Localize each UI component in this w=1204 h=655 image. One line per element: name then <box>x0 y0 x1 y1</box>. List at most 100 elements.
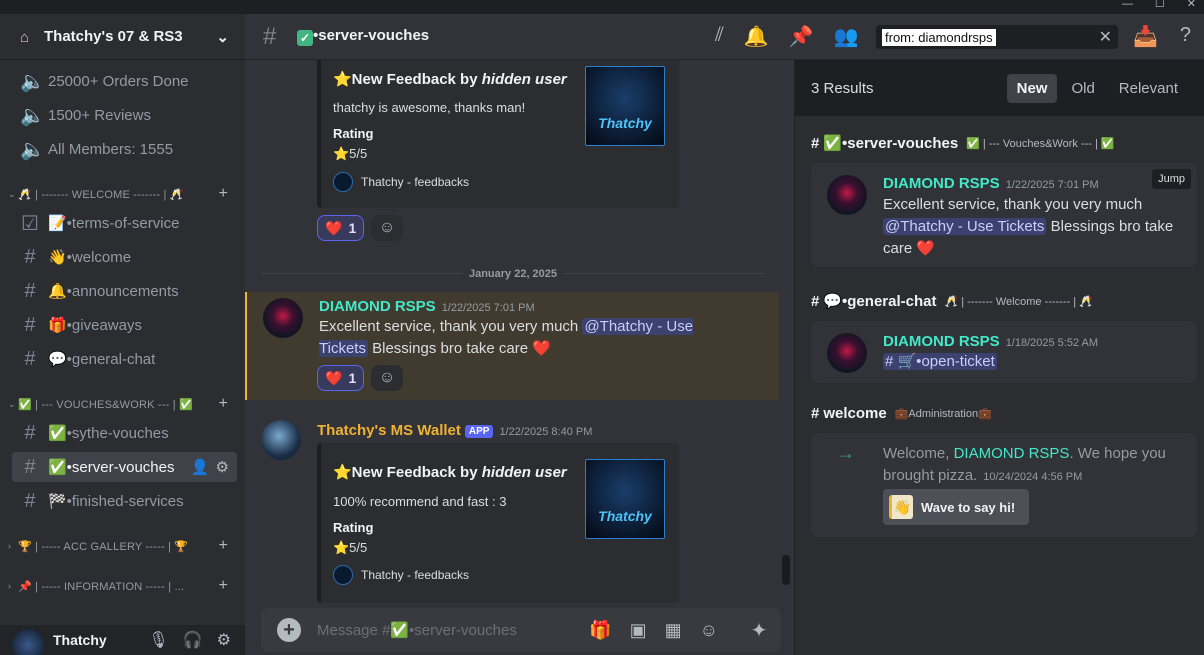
message-composer[interactable]: + Message #✅•server-vouches 🎁 ▣ ▦ ☺ <box>261 608 778 652</box>
embed-thumbnail[interactable]: Thatchy <box>585 66 665 146</box>
bell-icon[interactable]: 🔔 <box>744 24 769 49</box>
wave-button[interactable]: 👋 Wave to say hi! <box>883 489 1030 525</box>
headphones-icon[interactable]: 🎧 <box>183 630 203 650</box>
author-name[interactable]: DIAMOND RSPS <box>883 333 1000 350</box>
search-result[interactable]: → Welcome, DIAMOND RSPS. We hope you bro… <box>811 433 1197 537</box>
minimize-button[interactable]: — <box>1122 0 1133 12</box>
system-message: Welcome, DIAMOND RSPS. We hope you broug… <box>883 445 1166 484</box>
channel-mention[interactable]: # 🛒•open-ticket <box>883 353 997 370</box>
window-controls: — ☐ ✕ <box>1122 0 1204 12</box>
gift-icon[interactable]: 🎁 <box>589 620 611 641</box>
avatar[interactable] <box>261 420 301 460</box>
channel-sidebar: ⌂ Thatchy's 07 & RS3 ⌄ 🔈 25000+ Orders Do… <box>0 14 245 655</box>
channel-announcements[interactable]: # 🔔•announcements <box>12 276 237 306</box>
add-channel-icon[interactable]: + <box>218 577 228 595</box>
add-channel-icon[interactable]: + <box>218 395 228 413</box>
channel-header: # ✓ •server-vouches ⫽ 🔔 📌 👥 from: diamond… <box>245 14 1204 60</box>
server-header[interactable]: ⌂ Thatchy's 07 & RS3 ⌄ <box>0 14 245 60</box>
threads-icon[interactable]: ⫽ <box>715 24 724 49</box>
speaker-icon: 🔈 <box>20 70 45 93</box>
hash-icon: # <box>24 245 36 268</box>
embed-thumbnail[interactable]: Thatchy <box>585 459 665 539</box>
pin-icon[interactable]: 📌 <box>789 24 814 49</box>
apps-icon[interactable]: ✦ <box>737 608 781 652</box>
author-name[interactable]: DIAMOND RSPS <box>319 298 436 315</box>
scrollbar[interactable] <box>782 555 790 585</box>
channel-server-vouches[interactable]: # ✅•server-vouches 👤 ⚙ <box>12 452 237 482</box>
wave-sticker-icon: 👋 <box>889 495 913 519</box>
hash-icon: # <box>811 134 820 152</box>
avatar[interactable] <box>12 629 44 655</box>
gear-icon[interactable]: ⚙ <box>217 630 231 650</box>
author-name[interactable]: DIAMOND RSPS <box>954 445 1070 462</box>
join-arrow-icon: → <box>837 443 855 463</box>
channel-title: ✓ •server-vouches <box>297 27 429 46</box>
search-input[interactable]: from: diamondrsps ✕ <box>876 25 1118 49</box>
search-result[interactable]: DIAMOND RSPS 1/18/2025 5:52 AM # 🛒•open-t… <box>811 321 1197 383</box>
user-panel: Thatchy 🎙 🎧 ⚙ <box>0 625 245 655</box>
message-input[interactable]: Message #✅•server-vouches <box>317 621 517 639</box>
date-divider: January 22, 2025 <box>261 268 765 280</box>
channel-finished-services[interactable]: # 🏁•finished-services <box>12 486 237 516</box>
results-count: 3 Results <box>811 79 874 97</box>
channel-general[interactable]: # 💬•general-chat <box>12 344 237 374</box>
hash-icon: # <box>263 22 277 50</box>
add-channel-icon[interactable]: + <box>218 537 228 555</box>
sort-relevant-button[interactable]: Relevant <box>1109 74 1188 103</box>
reaction-heart[interactable]: ❤️ 1 <box>317 365 365 391</box>
clear-search-icon[interactable]: ✕ <box>1099 27 1112 47</box>
hash-icon: # <box>811 292 820 310</box>
close-button[interactable]: ✕ <box>1187 0 1196 12</box>
timestamp: 1/18/2025 5:52 AM <box>1005 337 1099 349</box>
category-gallery[interactable]: › 🏆 | ----- ACC GALLERY ----- | 🏆 + <box>8 536 238 556</box>
avatar[interactable] <box>827 333 867 373</box>
timestamp: 1/22/2025 7:01 PM <box>1005 179 1099 191</box>
channel-terms[interactable]: ☑ 📝•terms-of-service <box>12 208 237 238</box>
result-channel[interactable]: # ✅•server-vouches ✅ | --- Vouches&Work --… <box>811 134 1115 153</box>
invite-icon[interactable]: 👤 <box>191 458 210 476</box>
inbox-icon[interactable]: 📥 <box>1133 24 1158 49</box>
gif-icon[interactable]: ▣ <box>630 620 647 641</box>
category-information[interactable]: › 📌 | ----- INFORMATION ----- | ... + <box>8 576 238 596</box>
gear-icon[interactable]: ⚙ <box>216 458 229 476</box>
reaction-heart[interactable]: ❤️ 1 <box>317 215 365 241</box>
author-name[interactable]: Thatchy's MS Wallet <box>317 422 461 439</box>
category-welcome[interactable]: ⌄ 🥂 | ------- WELCOME ------- | 🥂 + <box>8 184 238 204</box>
mention[interactable]: @Thatchy - Use Tickets <box>883 218 1047 235</box>
members-icon[interactable]: 👥 <box>834 24 859 49</box>
add-reaction-icon[interactable]: ☺ <box>371 215 403 241</box>
sticker-icon[interactable]: ▦ <box>665 620 682 641</box>
search-result[interactable]: DIAMOND RSPS 1/22/2025 7:01 PM Excellent … <box>811 163 1197 267</box>
sort-new-button[interactable]: New <box>1006 73 1058 103</box>
maximize-button[interactable]: ☐ <box>1155 0 1165 12</box>
result-channel[interactable]: # 💬•general-chat 🥂 | ------- Welcome -----… <box>811 292 1093 311</box>
jump-button[interactable]: Jump <box>1152 169 1191 189</box>
hash-icon: # <box>24 421 36 444</box>
channel-giveaways[interactable]: # 🎁•giveaways <box>12 310 237 340</box>
emoji-icon[interactable]: ☺ <box>700 620 718 641</box>
category-vouches[interactable]: ⌄ ✅ | --- VOUCHES&WORK --- | ✅ + <box>8 394 238 414</box>
add-reaction-icon[interactable]: ☺ <box>371 365 403 391</box>
help-icon[interactable]: ? <box>1180 24 1191 49</box>
stat-orders[interactable]: 🔈 25000+ Orders Done <box>12 66 237 96</box>
username[interactable]: Thatchy <box>53 632 107 648</box>
author-name[interactable]: DIAMOND RSPS <box>883 175 1000 192</box>
channel-welcome[interactable]: # 👋•welcome <box>12 242 237 272</box>
channel-sythe-vouches[interactable]: # ✅•sythe-vouches <box>12 418 237 448</box>
stat-reviews[interactable]: 🔈 1500+ Reviews <box>12 100 237 130</box>
avatar[interactable] <box>827 175 867 215</box>
home-icon: ⌂ <box>20 28 30 46</box>
search-results-panel: 3 Results New Old Relevant # ✅•server-vou… <box>794 60 1204 655</box>
add-channel-icon[interactable]: + <box>218 185 228 203</box>
chevron-down-icon[interactable]: ⌄ <box>216 28 229 46</box>
microphone-icon[interactable]: 🎙 <box>148 630 168 650</box>
rules-icon: ☑ <box>21 212 39 235</box>
stat-members[interactable]: 🔈 All Members: 1555 <box>12 134 237 164</box>
highlighted-message[interactable]: DIAMOND RSPS 1/22/2025 7:01 PM Excellent … <box>245 292 779 400</box>
timestamp: 1/22/2025 7:01 PM <box>441 302 535 314</box>
avatar[interactable] <box>263 298 303 338</box>
result-channel[interactable]: # welcome 💼Administration💼 <box>811 405 992 422</box>
attach-plus-icon[interactable]: + <box>277 618 301 642</box>
message-text: Excellent service, thank you very much @… <box>319 318 694 357</box>
sort-old-button[interactable]: Old <box>1061 74 1104 103</box>
